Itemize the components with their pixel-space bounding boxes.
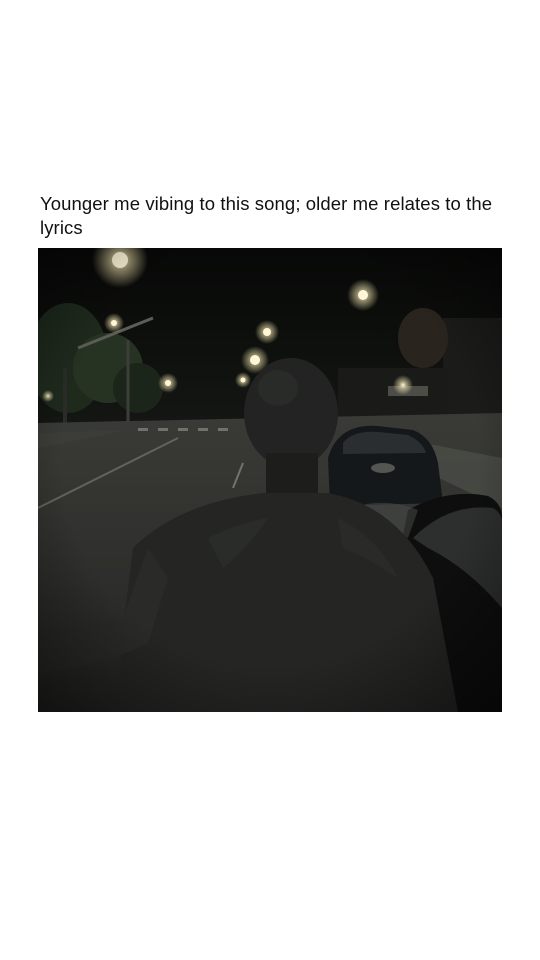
night-drive-photo — [38, 248, 502, 712]
night-street-scene — [38, 248, 502, 712]
post-caption: Younger me vibing to this song; older me… — [40, 193, 493, 238]
